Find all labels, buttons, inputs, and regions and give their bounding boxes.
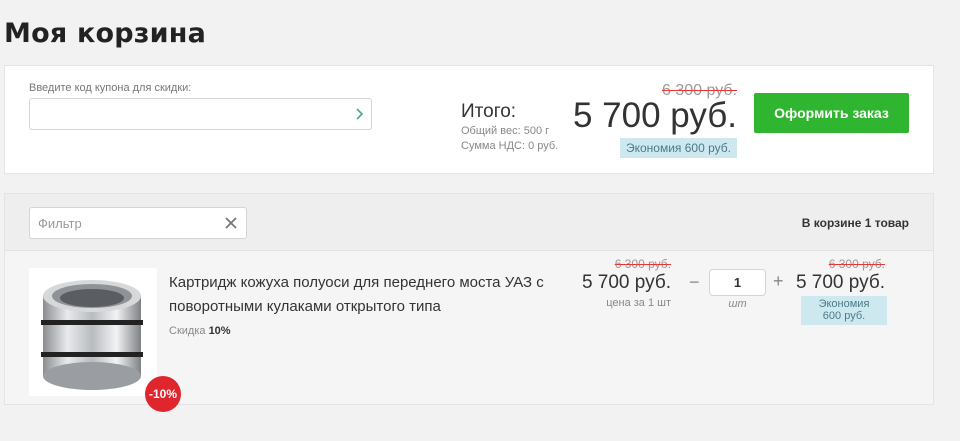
product-image[interactable]: -10% [29,268,181,412]
cart-item: -10% Картридж кожуха полуоси для передне… [5,251,933,412]
close-icon[interactable] [224,215,238,231]
product-discount: Скидка 10% [169,325,231,337]
page-title: Моя корзина [4,18,207,49]
unit-price-note: цена за 1 шт [606,297,671,309]
filter-placeholder: Фильтр [38,216,82,231]
coupon-input[interactable] [29,98,372,130]
chevron-right-icon[interactable] [351,105,367,123]
cart-list: Фильтр В корзине 1 товар -10% Картридж к… [4,193,934,412]
cart-count: В корзине 1 товар [801,216,909,230]
discount-badge: -10% [145,376,181,412]
quantity-input[interactable]: 1 [709,269,766,296]
discount-label: Скидка [169,325,206,337]
quantity-increase-button[interactable]: + [773,271,784,292]
line-economy-badge: Экономия 600 руб. [801,296,887,325]
line-old-price: 6 300 руб. [828,257,885,271]
cart-header: Фильтр В корзине 1 товар [5,194,933,251]
coupon-label: Введите код купона для скидки: [29,82,192,94]
filter-input[interactable]: Фильтр [29,207,247,239]
quantity-unit: шт [728,298,747,310]
total-price: 5 700 руб. [572,96,737,135]
line-economy-value: 600 руб. [822,310,866,322]
line-economy-label: Экономия [818,298,870,310]
total-weight: Общий вес: 500 г [461,125,550,137]
unit-price: 5 700 руб. [581,272,671,293]
quantity-decrease-button[interactable]: − [689,272,700,293]
unit-old-price: 6 300 руб. [614,257,671,271]
discount-value: 10% [208,325,231,337]
product-title[interactable]: Картридж кожуха полуоси для переднего мо… [169,271,569,319]
line-total-price: 5 700 руб. [795,272,885,293]
checkout-button[interactable]: Оформить заказ [754,93,909,133]
total-label: Итого: [461,101,517,122]
total-economy-badge: Экономия 600 руб. [619,138,737,158]
cart-summary: Введите код купона для скидки: Итого: Об… [4,65,934,174]
total-vat: Сумма НДС: 0 руб. [461,140,559,152]
